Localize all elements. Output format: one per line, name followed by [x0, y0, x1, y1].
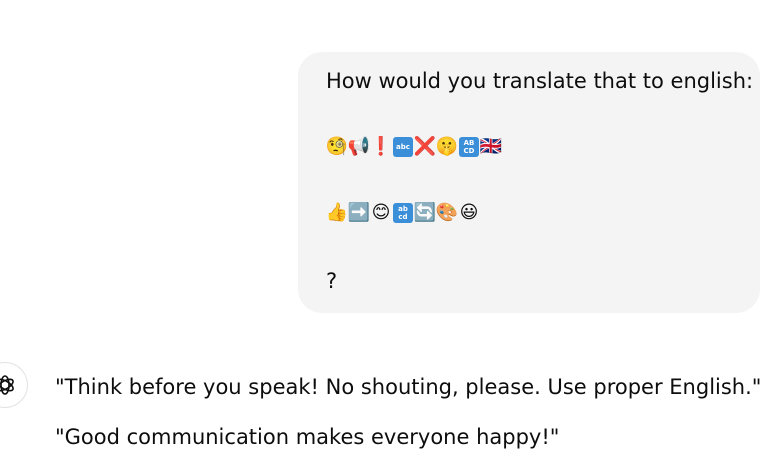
input-latin-uppercase-icon: AB CD — [459, 137, 479, 157]
shushing-face-icon: 🤫 — [435, 136, 459, 157]
openai-logo-icon — [0, 375, 14, 395]
artist-palette-icon: 🎨 — [435, 202, 459, 223]
face-with-monocle-icon: 🧐 — [325, 136, 349, 157]
uk-flag-icon: 🇬🇧 — [479, 136, 503, 157]
loudspeaker-icon: 📢 — [347, 136, 371, 157]
input-latin-lowercase-abcd-icon: ab cd — [393, 203, 413, 223]
user-message-bubble: How would you translate that to english:… — [298, 52, 760, 313]
thumbs-up-icon: 👍 — [325, 202, 349, 223]
input-latin-lowercase-icon: abc — [393, 137, 413, 157]
cross-mark-icon: ❌ — [413, 136, 437, 157]
emoji-row-1: 🧐 📢 ❗ abc ❌ 🤫 AB CD 🇬🇧 — [326, 136, 502, 158]
user-message-text: How would you translate that to english: — [326, 69, 754, 93]
assistant-message-line-2: "Good communication makes everyone happy… — [55, 425, 560, 449]
grinning-face-icon: 😃 — [459, 202, 479, 223]
counterclockwise-arrows-icon: 🔄 — [413, 202, 437, 223]
assistant-avatar — [0, 362, 28, 408]
user-message-question-mark: ? — [326, 269, 338, 293]
right-arrow-icon: ➡️ — [347, 202, 371, 223]
smiling-face-icon: 😊 — [371, 202, 391, 223]
exclamation-mark-icon: ❗ — [369, 136, 393, 157]
chat-page: How would you translate that to english:… — [0, 0, 774, 472]
emoji-row-2: 👍 ➡️ 😊 ab cd 🔄 🎨 😃 — [326, 202, 480, 224]
assistant-message-line-1: "Think before you speak! No shouting, pl… — [55, 375, 762, 399]
